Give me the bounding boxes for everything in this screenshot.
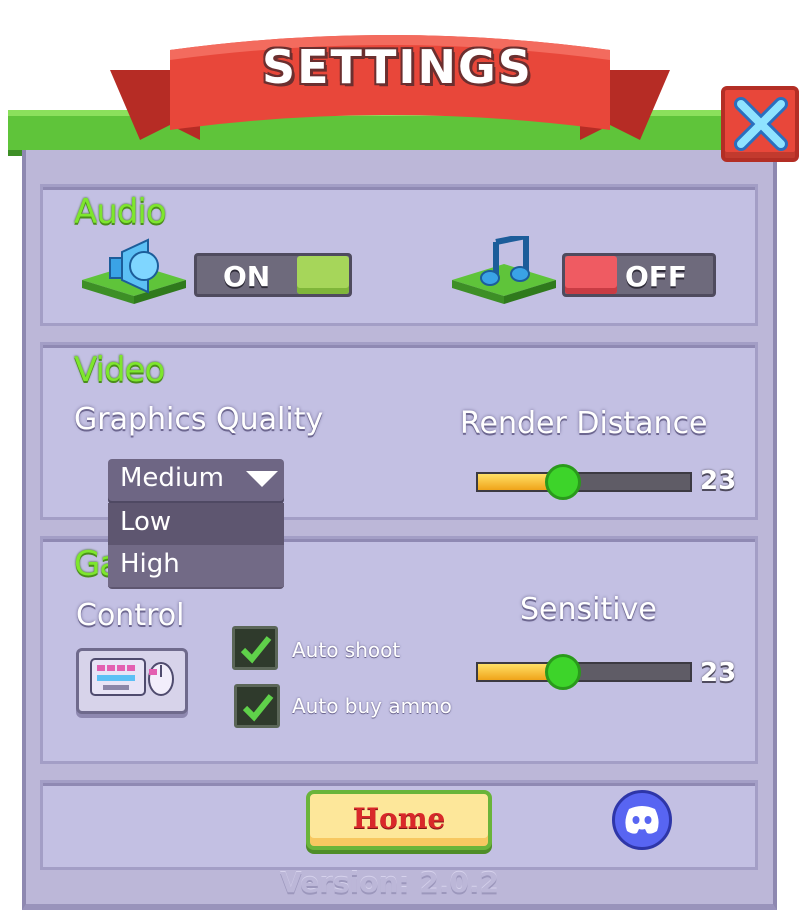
sensitive-value: 23 [700, 658, 737, 688]
render-distance-label: Render Distance [460, 406, 708, 441]
control-device[interactable] [76, 648, 188, 714]
sound-toggle-label: ON [223, 260, 271, 293]
dropdown-option-low[interactable]: Low [108, 503, 284, 545]
render-distance-slider[interactable] [476, 464, 692, 500]
graphics-quality-select[interactable]: Medium [108, 459, 284, 501]
render-distance-thumb[interactable] [545, 464, 581, 500]
check-icon [242, 694, 274, 722]
render-distance-value: 23 [700, 466, 737, 496]
sensitive-label: Sensitive [520, 592, 657, 627]
home-button-label: Home [352, 802, 446, 835]
music-toggle-label: OFF [625, 260, 688, 293]
sound-toggle-knob [297, 256, 349, 294]
control-label: Control [76, 598, 185, 633]
home-button[interactable]: Home [306, 790, 492, 850]
version-label: Version: 2.0.2 [280, 866, 500, 899]
keyboard-mouse-icon [90, 658, 174, 696]
close-button[interactable] [721, 86, 799, 162]
music-toggle-knob [565, 256, 617, 294]
graphics-quality-options: Low High [108, 503, 284, 589]
sound-toggle[interactable]: ON [194, 253, 352, 297]
dropdown-option-high[interactable]: High [108, 545, 284, 587]
video-title: Video [74, 350, 165, 390]
check-icon [240, 636, 272, 664]
graphics-quality-selected: Medium [120, 463, 224, 493]
auto-buy-ammo-checkbox[interactable] [234, 684, 280, 728]
auto-shoot-label: Auto shoot [292, 638, 401, 662]
sensitive-slider[interactable] [476, 654, 692, 690]
speaker-icon [82, 238, 186, 304]
close-x-icon [734, 97, 788, 151]
music-note-icon [452, 236, 556, 304]
auto-buy-ammo-label: Auto buy ammo [292, 694, 452, 718]
sensitive-thumb[interactable] [545, 654, 581, 690]
graphics-quality-label: Graphics Quality [74, 402, 324, 437]
music-toggle[interactable]: OFF [562, 253, 716, 297]
auto-shoot-checkbox[interactable] [232, 626, 278, 670]
chevron-down-icon [246, 471, 278, 487]
discord-button[interactable] [612, 790, 672, 850]
page-title: SETTINGS [262, 40, 533, 94]
audio-title: Audio [74, 192, 167, 232]
discord-icon [625, 806, 659, 834]
